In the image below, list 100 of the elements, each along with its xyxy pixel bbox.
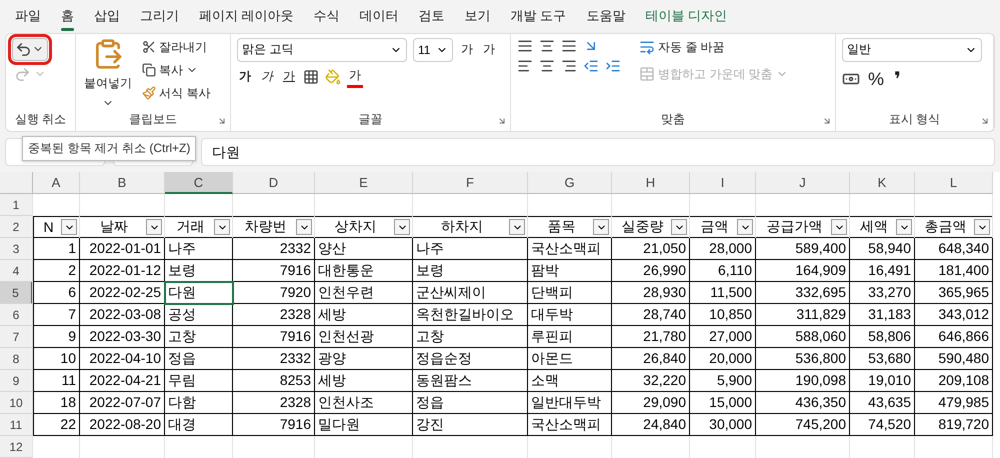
- ribbon-tab[interactable]: 개발 도구: [502, 3, 576, 30]
- row-header[interactable]: 12: [0, 436, 33, 458]
- row-header[interactable]: 11: [0, 414, 33, 436]
- table-cell: 7916: [233, 414, 315, 436]
- table-cell: 2332: [233, 348, 315, 370]
- percent-button[interactable]: %: [866, 68, 886, 91]
- row-header[interactable]: 2: [0, 216, 33, 238]
- table-header-cell: 상차지: [315, 216, 413, 238]
- filter-button[interactable]: [61, 219, 77, 235]
- dialog-launcher-icon[interactable]: [217, 116, 227, 126]
- font-name-dropdown[interactable]: 맑은 고딕: [237, 38, 407, 62]
- table-cell: 6,110: [690, 260, 756, 282]
- wrap-text-button[interactable]: 자동 줄 바꿈: [637, 38, 790, 57]
- comma-button[interactable]: ❜: [892, 66, 903, 93]
- ribbon-tab[interactable]: 수식: [304, 3, 349, 30]
- column-header[interactable]: H: [612, 172, 690, 194]
- number-format-dropdown[interactable]: 일반: [842, 38, 982, 62]
- table-cell: 74,520: [850, 414, 915, 436]
- copy-button[interactable]: 복사: [140, 60, 212, 80]
- row-header[interactable]: 6: [0, 304, 33, 326]
- borders-icon[interactable]: [303, 68, 319, 85]
- filter-button[interactable]: [296, 219, 312, 235]
- row-header[interactable]: 7: [0, 326, 33, 348]
- ribbon-tab[interactable]: 파일: [6, 3, 50, 30]
- table-cell: 19,010: [850, 370, 915, 392]
- table-cell: 21,050: [612, 238, 690, 260]
- indent-decrease-icon[interactable]: [583, 58, 599, 74]
- format-painter-button[interactable]: 서식 복사: [140, 84, 212, 103]
- align-top-icon[interactable]: [517, 38, 533, 54]
- row-header[interactable]: 9: [0, 370, 33, 392]
- column-header[interactable]: B: [80, 172, 165, 194]
- column-header[interactable]: L: [915, 172, 993, 194]
- table-cell: 27,000: [690, 326, 756, 348]
- ribbon-tab[interactable]: 도움말: [577, 3, 634, 30]
- cut-button[interactable]: 잘라내기: [140, 38, 212, 57]
- underline-button[interactable]: 가: [281, 67, 297, 86]
- column-header[interactable]: K: [850, 172, 915, 194]
- paste-button[interactable]: 붙여넣기: [82, 74, 134, 93]
- filter-button[interactable]: [593, 219, 609, 235]
- grow-font-button[interactable]: 가: [459, 40, 475, 60]
- font-color-button[interactable]: 가: [347, 66, 363, 88]
- table-cell: 무림: [165, 370, 233, 392]
- filter-button[interactable]: [214, 219, 230, 235]
- dialog-launcher-icon[interactable]: [497, 116, 507, 126]
- table-header-cell: 하차지: [413, 216, 528, 238]
- column-header[interactable]: G: [528, 172, 612, 194]
- align-middle-icon[interactable]: [539, 38, 555, 54]
- dialog-launcher-icon[interactable]: [980, 116, 990, 126]
- ribbon-tab[interactable]: 홈: [52, 3, 83, 30]
- table-cell: 세방: [315, 304, 413, 326]
- column-header[interactable]: I: [690, 172, 756, 194]
- column-header[interactable]: J: [756, 172, 850, 194]
- column-header[interactable]: A: [33, 172, 80, 194]
- ribbon-tab[interactable]: 삽입: [85, 3, 129, 30]
- ribbon-tab[interactable]: 페이지 레이아웃: [190, 3, 303, 30]
- filter-button[interactable]: [974, 219, 990, 235]
- row-header[interactable]: 1: [0, 194, 33, 216]
- ribbon-tab[interactable]: 검토: [410, 3, 454, 30]
- row-header[interactable]: 5: [0, 282, 33, 304]
- row-header[interactable]: 8: [0, 348, 33, 370]
- table-cell: 단백피: [528, 282, 612, 304]
- align-left-icon[interactable]: [517, 58, 533, 74]
- align-center-icon[interactable]: [539, 58, 555, 74]
- indent-increase-icon[interactable]: [605, 58, 621, 74]
- row-header[interactable]: 4: [0, 260, 33, 282]
- table-cell: 181,400: [915, 260, 993, 282]
- column-header[interactable]: F: [413, 172, 528, 194]
- ribbon-tab[interactable]: 테이블 디자인: [636, 3, 736, 30]
- fill-color-icon[interactable]: [325, 68, 341, 85]
- column-header[interactable]: D: [233, 172, 315, 194]
- shrink-font-button[interactable]: 가: [481, 40, 497, 60]
- column-header[interactable]: C: [165, 172, 233, 194]
- row-header[interactable]: 3: [0, 238, 33, 260]
- filter-button[interactable]: [394, 219, 410, 235]
- align-bottom-icon[interactable]: [561, 38, 577, 54]
- filter-button[interactable]: [509, 219, 525, 235]
- filter-button[interactable]: [737, 219, 753, 235]
- table-cell: 고창: [165, 326, 233, 348]
- ribbon-tab[interactable]: 그리기: [131, 3, 188, 30]
- align-right-icon[interactable]: [561, 58, 577, 74]
- filter-button[interactable]: [671, 219, 687, 235]
- row-header[interactable]: 10: [0, 392, 33, 414]
- formula-bar[interactable]: 다원: [201, 138, 995, 166]
- ribbon-tab[interactable]: 데이터: [350, 3, 408, 30]
- column-header[interactable]: E: [315, 172, 413, 194]
- italic-button[interactable]: 가: [259, 67, 275, 86]
- merge-cells-icon: [639, 66, 655, 82]
- filter-button[interactable]: [896, 219, 912, 235]
- bold-button[interactable]: 가: [237, 67, 253, 86]
- table-cell: 다원: [165, 282, 233, 304]
- dialog-launcher-icon[interactable]: [822, 116, 832, 126]
- font-size-dropdown[interactable]: 11: [413, 38, 453, 62]
- table-cell: 나주: [165, 238, 233, 260]
- ribbon-tab[interactable]: 보기: [456, 3, 500, 30]
- table-header-cell: 세액: [850, 216, 915, 238]
- filter-button[interactable]: [146, 219, 162, 235]
- table-cell: 2022-03-30: [80, 326, 165, 348]
- table-cell: 2022-03-08: [80, 304, 165, 326]
- table-cell: 343,012: [915, 304, 993, 326]
- filter-button[interactable]: [831, 219, 847, 235]
